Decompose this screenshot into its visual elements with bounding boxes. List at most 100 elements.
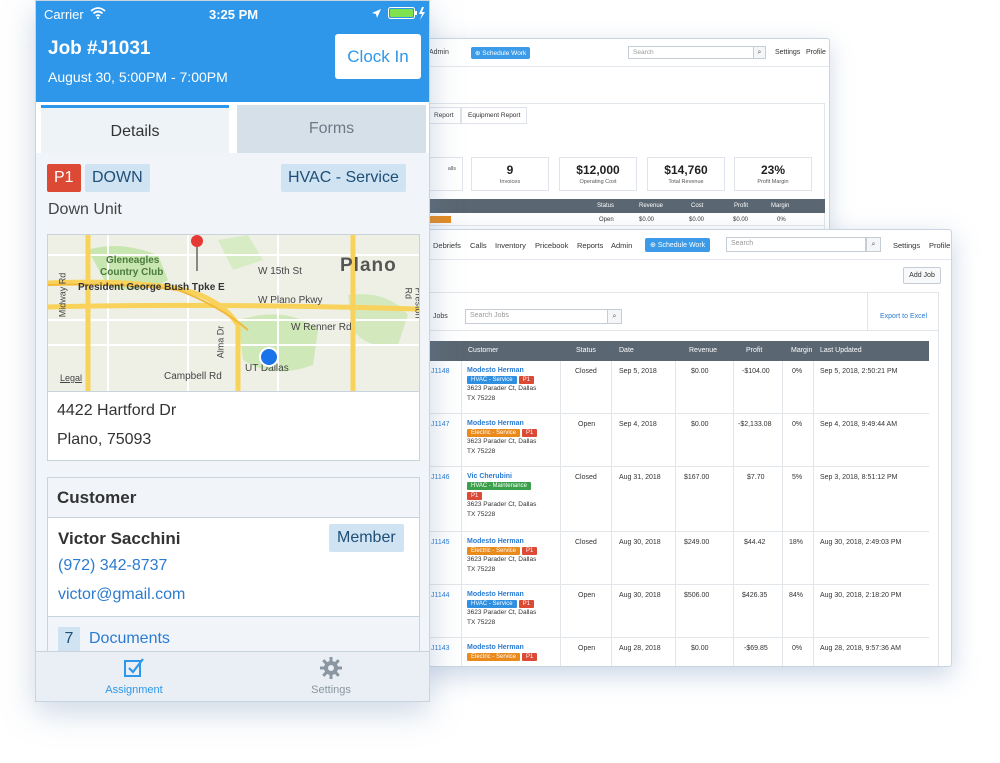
th-date: Date xyxy=(619,347,634,354)
nav-reports[interactable]: Reports xyxy=(577,241,603,250)
address-line: TX 75228 xyxy=(467,448,496,455)
clock-label: 3:25 PM xyxy=(209,7,259,22)
clock-in-button[interactable]: Clock In xyxy=(335,34,421,79)
customer-link[interactable]: Modesto Herman xyxy=(467,367,524,374)
cell-last-updated: Sep 4, 2018, 9:49:44 AM xyxy=(820,421,898,428)
customer-link[interactable]: Modesto Herman xyxy=(467,538,524,545)
nav-debriefs[interactable]: Debriefs xyxy=(433,241,461,250)
address-box[interactable]: 4422 Hartford Dr Plano, 75093 xyxy=(47,392,420,461)
current-location-icon xyxy=(259,347,279,367)
cell-profit: $0.00 xyxy=(733,217,749,223)
nav-pricebook[interactable]: Pricebook xyxy=(535,241,568,250)
table-row[interactable]: J1143 Modesto Herman Electric - Service P… xyxy=(427,638,929,666)
tab-details[interactable]: Details xyxy=(41,105,229,153)
th-cost: Cost xyxy=(691,203,704,209)
location-arrow-icon xyxy=(372,9,381,18)
address-line: TX 75228 xyxy=(467,511,496,518)
tab-report[interactable]: Report xyxy=(427,107,461,124)
priority-tag: P1 xyxy=(522,547,538,555)
job-map[interactable]: Gleneagles Country Club W 15th St Plano … xyxy=(47,234,420,392)
map-label: Plano xyxy=(340,255,397,276)
address-line: TX 75228 xyxy=(467,566,496,573)
cell-job-id[interactable]: J1144 xyxy=(431,592,450,599)
cell-job-id[interactable]: J1143 xyxy=(431,645,450,652)
search-input[interactable]: Search xyxy=(628,46,754,59)
cell-margin: 18% xyxy=(789,539,804,546)
member-badge: Member xyxy=(329,524,404,552)
th-status: Status xyxy=(576,347,596,354)
table-row[interactable]: J1144 Modesto Herman HVAC - Service P1 36… xyxy=(427,585,929,638)
nav-admin[interactable]: Admin xyxy=(429,49,449,56)
customer-link[interactable]: Modesto Herman xyxy=(467,644,524,651)
map-label: Midway Rd xyxy=(57,272,68,318)
tab-settings[interactable]: Settings xyxy=(271,656,391,696)
cell-status: Closed xyxy=(575,539,597,546)
customer-link[interactable]: Modesto Herman xyxy=(467,420,524,427)
address-line-2: Plano, 75093 xyxy=(57,431,152,448)
customer-email-link[interactable]: victor@gmail.com xyxy=(58,586,185,604)
table-row[interactable]: J1145 Modesto Herman Electric - Service P… xyxy=(427,532,929,585)
search-icon[interactable]: ⌕ xyxy=(866,237,881,252)
map-legal-link[interactable]: Legal xyxy=(60,373,82,383)
customer-link[interactable]: Modesto Herman xyxy=(467,591,524,598)
nav-profile[interactable]: Profile xyxy=(806,49,826,56)
table-row[interactable]: J1148 Modesto Herman HVAC - Service P1 36… xyxy=(427,361,929,414)
search-icon[interactable]: ⌕ xyxy=(607,309,622,324)
cell-margin: 0% xyxy=(792,421,803,428)
cell-customer: Modesto Herman Electric - Service P1 3623… xyxy=(467,538,559,575)
customer-heading: Customer xyxy=(48,478,419,518)
stat-label: Total Revenue xyxy=(668,179,704,185)
table-row[interactable]: Open $0.00 $0.00 $0.00 0% xyxy=(427,214,825,226)
nav-settings[interactable]: Settings xyxy=(775,49,800,56)
cell-job-id[interactable]: J1147 xyxy=(431,421,450,428)
stat-label: Invoices xyxy=(499,179,521,185)
stage: Admin ⊕ Schedule Work Search ⌕ Settings … xyxy=(0,0,1000,763)
cell-job-id[interactable]: J1148 xyxy=(431,368,450,375)
search-icon[interactable]: ⌕ xyxy=(753,46,766,59)
cell-job-id[interactable]: J1146 xyxy=(431,474,450,481)
cell-status: Closed xyxy=(575,368,597,375)
map-label: Gleneagles xyxy=(106,255,160,266)
nav-settings[interactable]: Settings xyxy=(893,241,920,250)
cell-customer: Modesto Herman HVAC - Service P1 3623 Par… xyxy=(467,591,559,628)
cell-margin: 84% xyxy=(789,592,804,599)
reports-window: Admin ⊕ Schedule Work Search ⌕ Settings … xyxy=(420,38,830,233)
address-line: 3623 Parader Ct, Dallas xyxy=(467,501,537,508)
service-tag: HVAC - Service xyxy=(467,376,517,384)
service-tag: Electric - Service xyxy=(467,429,521,437)
cell-profit: -$69.85 xyxy=(744,645,768,652)
search-input[interactable]: Search xyxy=(726,237,866,252)
nav-calls[interactable]: Calls xyxy=(470,241,487,250)
schedule-work-button[interactable]: ⊕ Schedule Work xyxy=(645,238,711,252)
add-job-button[interactable]: Add Job xyxy=(903,267,941,284)
documents-link[interactable]: Documents xyxy=(89,630,170,648)
export-to-excel-link[interactable]: Export to Excel xyxy=(880,313,927,320)
nav-admin[interactable]: Admin xyxy=(611,241,632,250)
cell-date: Aug 30, 2018 xyxy=(619,592,661,599)
tab-forms[interactable]: Forms xyxy=(237,105,426,153)
cell-job-id[interactable]: J1145 xyxy=(431,539,450,546)
stat-profit-margin: 23% Profit Margin xyxy=(734,157,812,191)
tab-equipment-report[interactable]: Equipment Report xyxy=(461,107,528,124)
nav-inventory[interactable]: Inventory xyxy=(495,241,526,250)
address-line: 3623 Parader Ct, Dallas xyxy=(467,609,537,616)
stat-operating-cost: $12,000 Operating Cost xyxy=(559,157,637,191)
th-status: Status xyxy=(597,203,615,209)
tab-assignment[interactable]: Assignment xyxy=(74,656,194,696)
priority-tag: P1 xyxy=(522,653,538,661)
nav-profile[interactable]: Profile xyxy=(929,241,950,250)
cell-margin: 0% xyxy=(792,368,803,375)
cell-revenue: $249.00 xyxy=(684,539,710,546)
gear-icon xyxy=(320,657,342,679)
priority-tag: P1 xyxy=(467,492,483,500)
customer-name: Victor Sacchini xyxy=(58,529,181,548)
stat-invoices: 9 Invoices xyxy=(471,157,549,191)
search-jobs-input[interactable]: Search Jobs xyxy=(465,309,608,324)
table-row[interactable]: J1146 Vic Cherubini HVAC - Maintenance P… xyxy=(427,467,929,532)
customer-link[interactable]: Vic Cherubini xyxy=(467,473,512,480)
schedule-work-button[interactable]: ⊕ Schedule Work xyxy=(471,47,531,59)
service-tag: Electric - Service xyxy=(467,653,521,661)
table-row[interactable]: J1147 Modesto Herman Electric - Service P… xyxy=(427,414,929,467)
cell-date: Sep 5, 2018 xyxy=(619,368,657,375)
customer-phone-link[interactable]: (972) 342-8737 xyxy=(58,557,167,575)
